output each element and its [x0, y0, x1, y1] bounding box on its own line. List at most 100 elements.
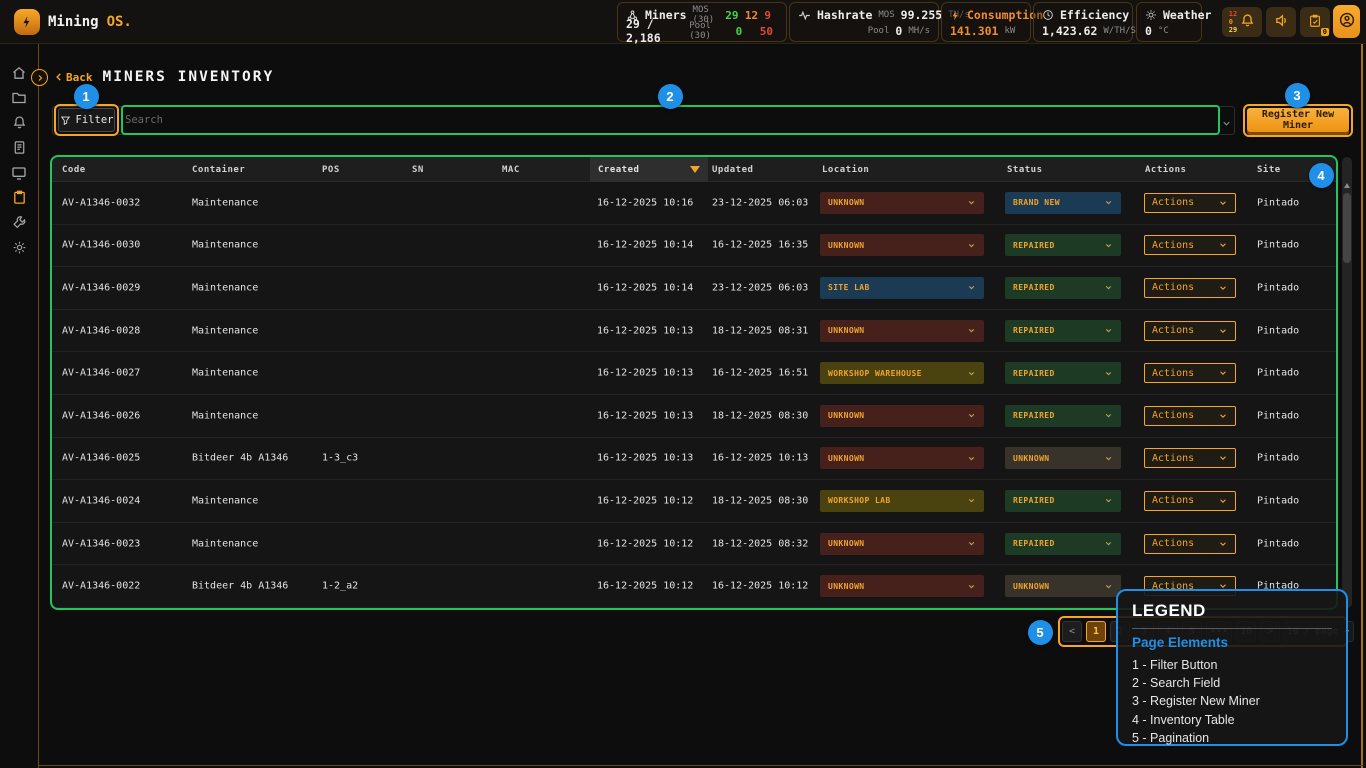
cell-site: Pintado: [1257, 325, 1299, 336]
chevron-down-icon[interactable]: [1221, 114, 1232, 133]
cell-code: AV-A1346-0027: [62, 368, 140, 379]
status-dropdown[interactable]: UNKNOWN: [1005, 575, 1121, 597]
cell-code: AV-A1346-0032: [62, 197, 140, 208]
cell-created: 16-12-2025 10:13: [597, 325, 693, 336]
column-header-mac[interactable]: MAC: [502, 157, 520, 182]
reports-button[interactable]: 0: [1300, 7, 1330, 37]
cell-code: AV-A1346-0024: [62, 495, 140, 506]
content-frame-bottom: [38, 765, 1363, 766]
column-header-pos[interactable]: POS: [322, 157, 340, 182]
location-dropdown[interactable]: UNKNOWN: [820, 192, 984, 214]
table-row[interactable]: AV-A1346-0027 Maintenance 16-12-2025 10:…: [52, 352, 1336, 395]
chevron-down-icon: [967, 283, 976, 292]
sidebar-item-file-icon[interactable]: [0, 135, 38, 160]
table-scrollbar[interactable]: [1342, 157, 1352, 608]
column-header-site[interactable]: Site: [1257, 157, 1281, 182]
location-dropdown[interactable]: UNKNOWN: [820, 234, 984, 256]
table-row[interactable]: AV-A1346-0025 Bitdeer 4b A1346 1-3_c3 16…: [52, 438, 1336, 481]
table-row[interactable]: AV-A1346-0024 Maintenance 16-12-2025 10:…: [52, 480, 1336, 523]
status-dropdown[interactable]: BRAND NEW: [1005, 192, 1121, 214]
back-button[interactable]: Back: [54, 71, 93, 84]
location-dropdown[interactable]: UNKNOWN: [820, 405, 984, 427]
sidebar-item-gear-icon[interactable]: [0, 235, 38, 260]
chevron-down-icon: [1104, 369, 1113, 378]
stat-weather: Weather 0 °C: [1136, 2, 1202, 42]
register-new-miner-button[interactable]: Register New Miner: [1247, 108, 1349, 132]
status-dropdown[interactable]: REPAIRED: [1005, 320, 1121, 342]
status-dropdown[interactable]: REPAIRED: [1005, 405, 1121, 427]
actions-dropdown[interactable]: Actions: [1144, 363, 1236, 383]
pool-error-count: 50: [760, 25, 778, 38]
bolt-icon: [950, 9, 961, 22]
actions-dropdown[interactable]: Actions: [1144, 448, 1236, 468]
table-row[interactable]: AV-A1346-0032 Maintenance 16-12-2025 10:…: [52, 182, 1336, 225]
column-header-updated[interactable]: Updated: [712, 157, 753, 182]
app-logo[interactable]: Mining OS.: [14, 9, 132, 35]
status-dropdown[interactable]: REPAIRED: [1005, 533, 1121, 555]
chevron-down-icon: [967, 198, 976, 207]
location-dropdown[interactable]: UNKNOWN: [820, 533, 984, 555]
filter-button[interactable]: Filter: [58, 108, 115, 132]
pagination-page-1[interactable]: 1: [1086, 621, 1106, 642]
actions-dropdown[interactable]: Actions: [1144, 406, 1236, 426]
sidebar-item-monitor-icon[interactable]: [0, 160, 38, 185]
location-dropdown[interactable]: WORKSHOP WAREHOUSE: [820, 362, 984, 384]
chevron-down-icon: [1218, 240, 1228, 250]
sidebar-expand-button[interactable]: [31, 69, 48, 86]
column-header-status[interactable]: Status: [1007, 157, 1043, 182]
column-header-container[interactable]: Container: [192, 157, 245, 182]
audio-button[interactable]: [1266, 7, 1296, 37]
cell-code: AV-A1346-0023: [62, 538, 140, 549]
actions-dropdown[interactable]: Actions: [1144, 235, 1236, 255]
table-row[interactable]: AV-A1346-0026 Maintenance 16-12-2025 10:…: [52, 395, 1336, 438]
actions-dropdown[interactable]: Actions: [1144, 193, 1236, 213]
status-dropdown[interactable]: REPAIRED: [1005, 362, 1121, 384]
sidebar-item-clipboard-icon[interactable]: [0, 185, 38, 210]
actions-dropdown[interactable]: Actions: [1144, 321, 1236, 341]
table-row[interactable]: AV-A1346-0029 Maintenance 16-12-2025 10:…: [52, 267, 1336, 310]
funnel-icon: [60, 115, 71, 126]
cell-container: Maintenance: [192, 197, 258, 208]
notifications-button[interactable]: 12 0 29: [1222, 7, 1262, 37]
table-row[interactable]: AV-A1346-0023 Maintenance 16-12-2025 10:…: [52, 523, 1336, 566]
stat-efficiency: Efficiency 1,423.62 W/TH/S: [1033, 2, 1133, 42]
chevron-down-icon: [967, 241, 976, 250]
location-dropdown[interactable]: WORKSHOP LAB: [820, 490, 984, 512]
status-dropdown[interactable]: UNKNOWN: [1005, 447, 1121, 469]
scrollbar-thumb[interactable]: [1343, 193, 1351, 263]
legend-item: 4 - Inventory Table: [1132, 711, 1332, 729]
account-button[interactable]: [1333, 5, 1360, 38]
search-input[interactable]: [125, 108, 1205, 132]
location-dropdown[interactable]: UNKNOWN: [820, 447, 984, 469]
column-header-actions[interactable]: Actions: [1145, 157, 1186, 182]
location-dropdown[interactable]: UNKNOWN: [820, 575, 984, 597]
pagination-prev-button[interactable]: <: [1062, 621, 1082, 642]
cell-created: 16-12-2025 10:12: [597, 581, 693, 592]
table-row[interactable]: AV-A1346-0030 Maintenance 16-12-2025 10:…: [52, 225, 1336, 268]
location-dropdown[interactable]: SITE LAB: [820, 277, 984, 299]
chevron-down-icon: [967, 582, 976, 591]
location-dropdown[interactable]: UNKNOWN: [820, 320, 984, 342]
status-dropdown[interactable]: REPAIRED: [1005, 490, 1121, 512]
table-row[interactable]: AV-A1346-0028 Maintenance 16-12-2025 10:…: [52, 310, 1336, 353]
pool-window: Pool (30): [689, 21, 729, 41]
cell-pos: 1-2_a2: [322, 581, 358, 592]
content-frame-right: [1361, 44, 1363, 768]
column-header-created[interactable]: Created: [590, 157, 708, 182]
actions-dropdown[interactable]: Actions: [1144, 534, 1236, 554]
actions-dropdown[interactable]: Actions: [1144, 491, 1236, 511]
cell-container: Maintenance: [192, 410, 258, 421]
sidebar-item-tools-icon[interactable]: [0, 210, 38, 235]
column-header-code[interactable]: Code: [62, 157, 86, 182]
column-header-location[interactable]: Location: [822, 157, 869, 182]
column-header-sn[interactable]: SN: [412, 157, 424, 182]
sidebar-item-folder-icon[interactable]: [0, 85, 38, 110]
actions-dropdown[interactable]: Actions: [1144, 278, 1236, 298]
sidebar-item-bell-icon[interactable]: [0, 110, 38, 135]
notification-counts: 12 0 29: [1229, 10, 1237, 34]
chevron-down-icon: [1104, 283, 1113, 292]
lightning-logo-icon: [14, 9, 40, 35]
status-dropdown[interactable]: REPAIRED: [1005, 234, 1121, 256]
status-dropdown[interactable]: REPAIRED: [1005, 277, 1121, 299]
chevron-down-icon: [1218, 368, 1228, 378]
